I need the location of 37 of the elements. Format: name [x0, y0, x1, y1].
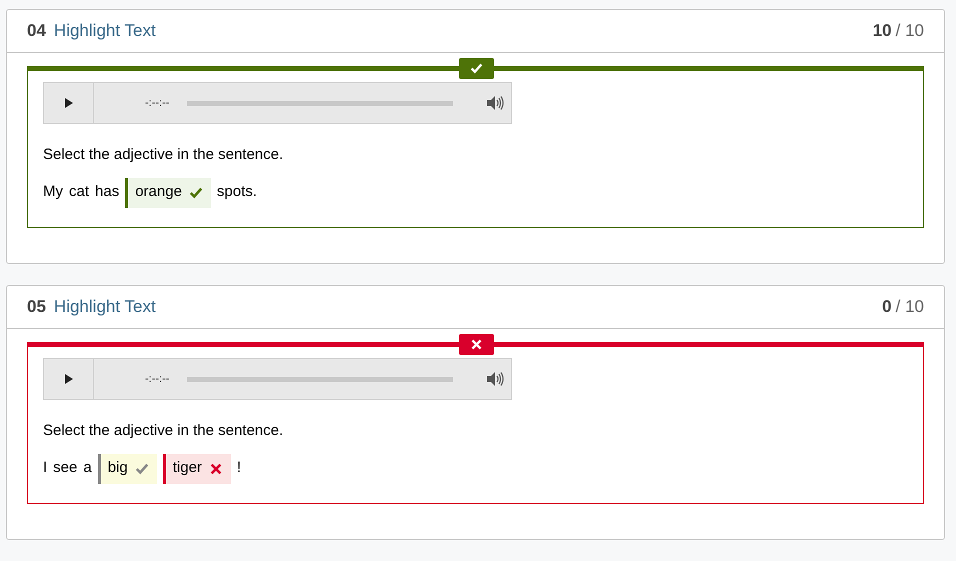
highlighted-word[interactable]: big [98, 454, 157, 484]
volume-icon[interactable] [487, 96, 504, 110]
question-number: 04 [27, 20, 46, 42]
score-total: / 10 [896, 296, 924, 318]
word: spots. [216, 182, 257, 202]
question-prompt: Select the adjective in the sentence. [43, 421, 284, 441]
check-icon [134, 462, 149, 476]
word: a [83, 458, 92, 478]
word-text: big [108, 458, 128, 478]
audio-time: -:--:-- [145, 96, 170, 111]
check-icon [188, 186, 203, 200]
question-number: 05 [27, 296, 46, 318]
word: My [43, 182, 63, 202]
cross-icon [208, 462, 223, 476]
play-icon [64, 374, 72, 384]
audio-time: -:--:-- [145, 372, 170, 387]
word: see [53, 458, 78, 478]
word-text: orange [135, 182, 182, 202]
audio-progress-track[interactable] [187, 100, 453, 106]
close-icon [470, 338, 483, 351]
question-prompt: Select the adjective in the sentence. [43, 145, 284, 165]
question-title: Highlight Text [54, 20, 156, 42]
word: cat [69, 182, 90, 202]
score: 10 [872, 20, 892, 42]
word: has [95, 182, 120, 202]
word: I [43, 458, 48, 478]
question-title: Highlight Text [54, 296, 156, 318]
play-icon [64, 98, 72, 108]
score: 0 [882, 296, 892, 318]
check-icon [470, 62, 483, 75]
highlighted-word[interactable]: tiger [162, 454, 231, 484]
score-total: / 10 [896, 20, 924, 42]
word-text: tiger [172, 458, 202, 478]
volume-icon[interactable] [487, 372, 504, 386]
audio-progress-track[interactable] [187, 376, 453, 382]
highlighted-word[interactable]: orange [125, 178, 211, 208]
word: ! [236, 458, 242, 478]
